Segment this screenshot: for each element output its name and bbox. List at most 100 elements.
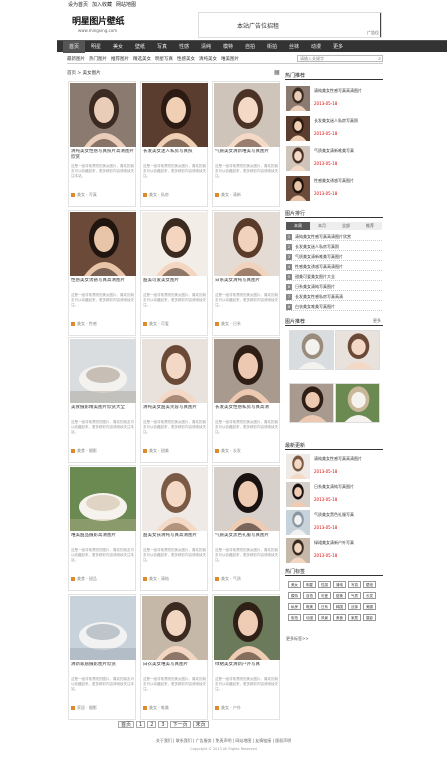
search-icon[interactable]: ⌕ (378, 56, 381, 62)
card-title[interactable]: 性感美女诱惑写真高清图片 (71, 278, 135, 290)
card-image[interactable] (70, 83, 136, 147)
nav-item[interactable]: 明星 (85, 41, 107, 53)
rank-item[interactable]: 1 清纯美女性感写真高清图片欣赏 (286, 232, 382, 241)
rank-item[interactable]: 6 日系美女清纯写真图片 (286, 282, 382, 291)
photo-card[interactable]: 气质美女清新唯美写真图片 这是一组非常漂亮的美女图片，喜欢的朋友可以收藏起来，更… (212, 81, 280, 207)
nav-item[interactable]: 动漫 (305, 41, 327, 53)
tag-link[interactable]: 美食 (333, 614, 346, 621)
card-title[interactable]: 长发美女迷人私房写真照 (143, 149, 207, 161)
nav-item[interactable]: 更多 (327, 41, 349, 53)
card-title[interactable]: 绿裙美女清新户外写真 (215, 662, 279, 674)
tag-link[interactable]: 性感 (318, 581, 331, 588)
card-title[interactable]: 美食摄影精美图片欣赏大全 (71, 405, 135, 417)
latest-thumbnail[interactable] (286, 538, 310, 563)
latest-item[interactable]: 清纯美女性感写真高清图片 2013-05-18 (286, 454, 382, 480)
tag-link[interactable]: 写真 (348, 581, 361, 588)
card-title[interactable]: 清新家居摄影图片欣赏 (71, 662, 135, 674)
hot-title[interactable]: 性感美女诱惑写真图片 (314, 178, 382, 189)
nav-item[interactable]: 写真 (151, 41, 173, 53)
photo-card[interactable]: 清新家居摄影图片欣赏 这是一组非常漂亮的图片，喜欢的朋友可以收藏起来，更多精彩内… (68, 594, 136, 720)
latest-title[interactable]: 气质美女黑色礼服写真 (314, 512, 382, 523)
card-title[interactable]: 唯美甜品摄影高清图片 (71, 533, 135, 545)
nav-item-home[interactable]: 首页 (63, 41, 85, 53)
pager-page[interactable]: 3 (158, 721, 168, 728)
card-image[interactable] (142, 212, 208, 276)
card-image[interactable] (142, 467, 208, 531)
sitemap-link[interactable]: 网站地图 (116, 1, 136, 8)
latest-title[interactable]: 清纯美女性感写真高清图片 (314, 456, 382, 467)
tab-week[interactable]: 本周 (286, 222, 310, 230)
tag-link[interactable]: 私房 (288, 603, 301, 610)
subnav-item[interactable]: 性感美女 (177, 56, 195, 62)
card-image[interactable] (70, 339, 136, 403)
tag-link[interactable]: 韩国 (333, 603, 346, 610)
tag-link[interactable]: 美腿 (363, 603, 376, 610)
card-image[interactable] (214, 83, 280, 147)
card-title[interactable]: 日系美女清纯写真图片 (215, 278, 279, 290)
photo-card[interactable]: 长发美女性感私房写真高清 这是一组非常漂亮的美女图片，喜欢的朋友可以收藏起来，更… (212, 337, 280, 463)
subnav-item[interactable]: 热门图片 (89, 56, 107, 62)
photo-card[interactable]: 唯美甜品摄影高清图片 这是一组非常漂亮的图片，喜欢的朋友可以收藏起来，更多精彩内… (68, 465, 136, 591)
photo-card[interactable]: 日系美女清纯写真图片 这是一组非常漂亮的美女图片，喜欢的朋友可以收藏起来，更多精… (212, 210, 280, 336)
recommended-pic[interactable] (289, 330, 334, 370)
card-title[interactable]: 长发美女性感私房写真高清 (215, 405, 279, 417)
pager-page[interactable]: 1 (136, 721, 146, 728)
card-image[interactable] (214, 339, 280, 403)
hot-title[interactable]: 气质美女清新唯美写真 (314, 148, 382, 159)
footer-link[interactable]: 友情链接 (255, 738, 271, 743)
rank-item[interactable]: 8 白衣美女唯美写真图片 (286, 302, 382, 311)
hot-item[interactable]: 长发美女迷人私房写真照 2013-05-18 (286, 116, 382, 142)
tag-link[interactable]: 气质 (348, 592, 361, 599)
hot-thumbnail[interactable] (286, 176, 310, 201)
photo-card[interactable]: 美食摄影精美图片欣赏大全 这是一组非常漂亮的图片，喜欢的朋友可以收藏起来，更多精… (68, 337, 136, 463)
card-title[interactable]: 白衣美女唯美写真图片 (143, 662, 207, 674)
hot-item[interactable]: 性感美女诱惑写真图片 2013-05-18 (286, 176, 382, 202)
photo-card[interactable]: 气质美女黑色礼服写真图片 这是一组非常漂亮的美女图片，喜欢的朋友可以收藏起来，更… (212, 465, 280, 591)
tag-link[interactable]: 甜美 (333, 592, 346, 599)
photo-card[interactable]: 清纯美女甜美笑容写真图片 这是一组非常漂亮的美女图片，喜欢的朋友可以收藏起来，更… (140, 337, 208, 463)
recommended-pic[interactable] (335, 383, 380, 423)
latest-thumbnail[interactable] (286, 454, 310, 479)
card-title[interactable]: 甜美女孩清纯写真高清图片 (143, 533, 207, 545)
nav-item[interactable]: 街拍 (261, 41, 283, 53)
latest-thumbnail[interactable] (286, 482, 310, 507)
photo-card[interactable]: 清纯美女性感写真照片高清图片欣赏 这是一组非常漂亮的美女图片，喜欢的朋友可以收藏… (68, 81, 136, 207)
nav-item[interactable]: 模特 (217, 41, 239, 53)
footer-link[interactable]: 网站地图 (235, 738, 251, 743)
tag-link[interactable]: 日系 (318, 603, 331, 610)
footer-link[interactable]: 关于我们 (156, 738, 172, 743)
footer-link[interactable]: 广告服务 (196, 738, 212, 743)
set-home-link[interactable]: 设为首页 (68, 1, 88, 8)
card-image[interactable] (70, 212, 136, 276)
latest-thumbnail[interactable] (286, 510, 310, 535)
hot-item[interactable]: 气质美女清新唯美写真 2013-05-18 (286, 146, 382, 172)
photo-card[interactable]: 甜美可爱美女图片 这是一组非常漂亮的美女图片，喜欢的朋友可以收藏起来，更多精彩内… (140, 210, 208, 336)
card-image[interactable] (214, 467, 280, 531)
tag-link[interactable]: 自拍 (303, 592, 316, 599)
card-title[interactable]: 气质美女黑色礼服写真图片 (215, 533, 279, 545)
tab-month[interactable]: 本月 (310, 222, 334, 230)
latest-item[interactable]: 气质美女黑色礼服写真 2013-05-18 (286, 510, 382, 536)
nav-item[interactable]: 自拍 (239, 41, 261, 53)
tag-link[interactable]: 丝袜 (348, 603, 361, 610)
rank-item[interactable]: 4 性感美女诱惑写真高清图片 (286, 262, 382, 271)
subnav-item[interactable]: 推荐图片 (111, 56, 129, 62)
tag-link[interactable]: 模特 (288, 592, 301, 599)
hot-thumbnail[interactable] (286, 86, 310, 111)
nav-item[interactable]: 清纯 (195, 41, 217, 53)
subnav-item[interactable]: 清纯美女 (199, 56, 217, 62)
pager-last[interactable]: 末页 (192, 721, 209, 728)
tag-link[interactable]: 清纯 (333, 581, 346, 588)
card-title[interactable]: 甜美可爱美女图片 (143, 278, 207, 290)
tag-link[interactable]: 美女 (288, 581, 301, 588)
card-title[interactable]: 清纯美女性感写真照片高清图片欣赏 (71, 149, 135, 161)
tag-link[interactable]: 唯美 (303, 603, 316, 610)
tag-link[interactable]: 街拍 (288, 614, 301, 621)
card-image[interactable] (70, 596, 136, 660)
latest-item[interactable]: 绿裙美女清新户外写真 2013-05-18 (286, 538, 382, 564)
tag-link[interactable]: 动漫 (303, 614, 316, 621)
photo-card[interactable]: 长发美女迷人私房写真照 这是一组非常漂亮的美女图片，喜欢的朋友可以收藏起来，更多… (140, 81, 208, 207)
latest-title[interactable]: 绿裙美女清新户外写真 (314, 540, 382, 551)
footer-link[interactable]: 免责声明 (216, 738, 232, 743)
search-input[interactable]: 请输入关键字 ⌕ (297, 55, 383, 62)
